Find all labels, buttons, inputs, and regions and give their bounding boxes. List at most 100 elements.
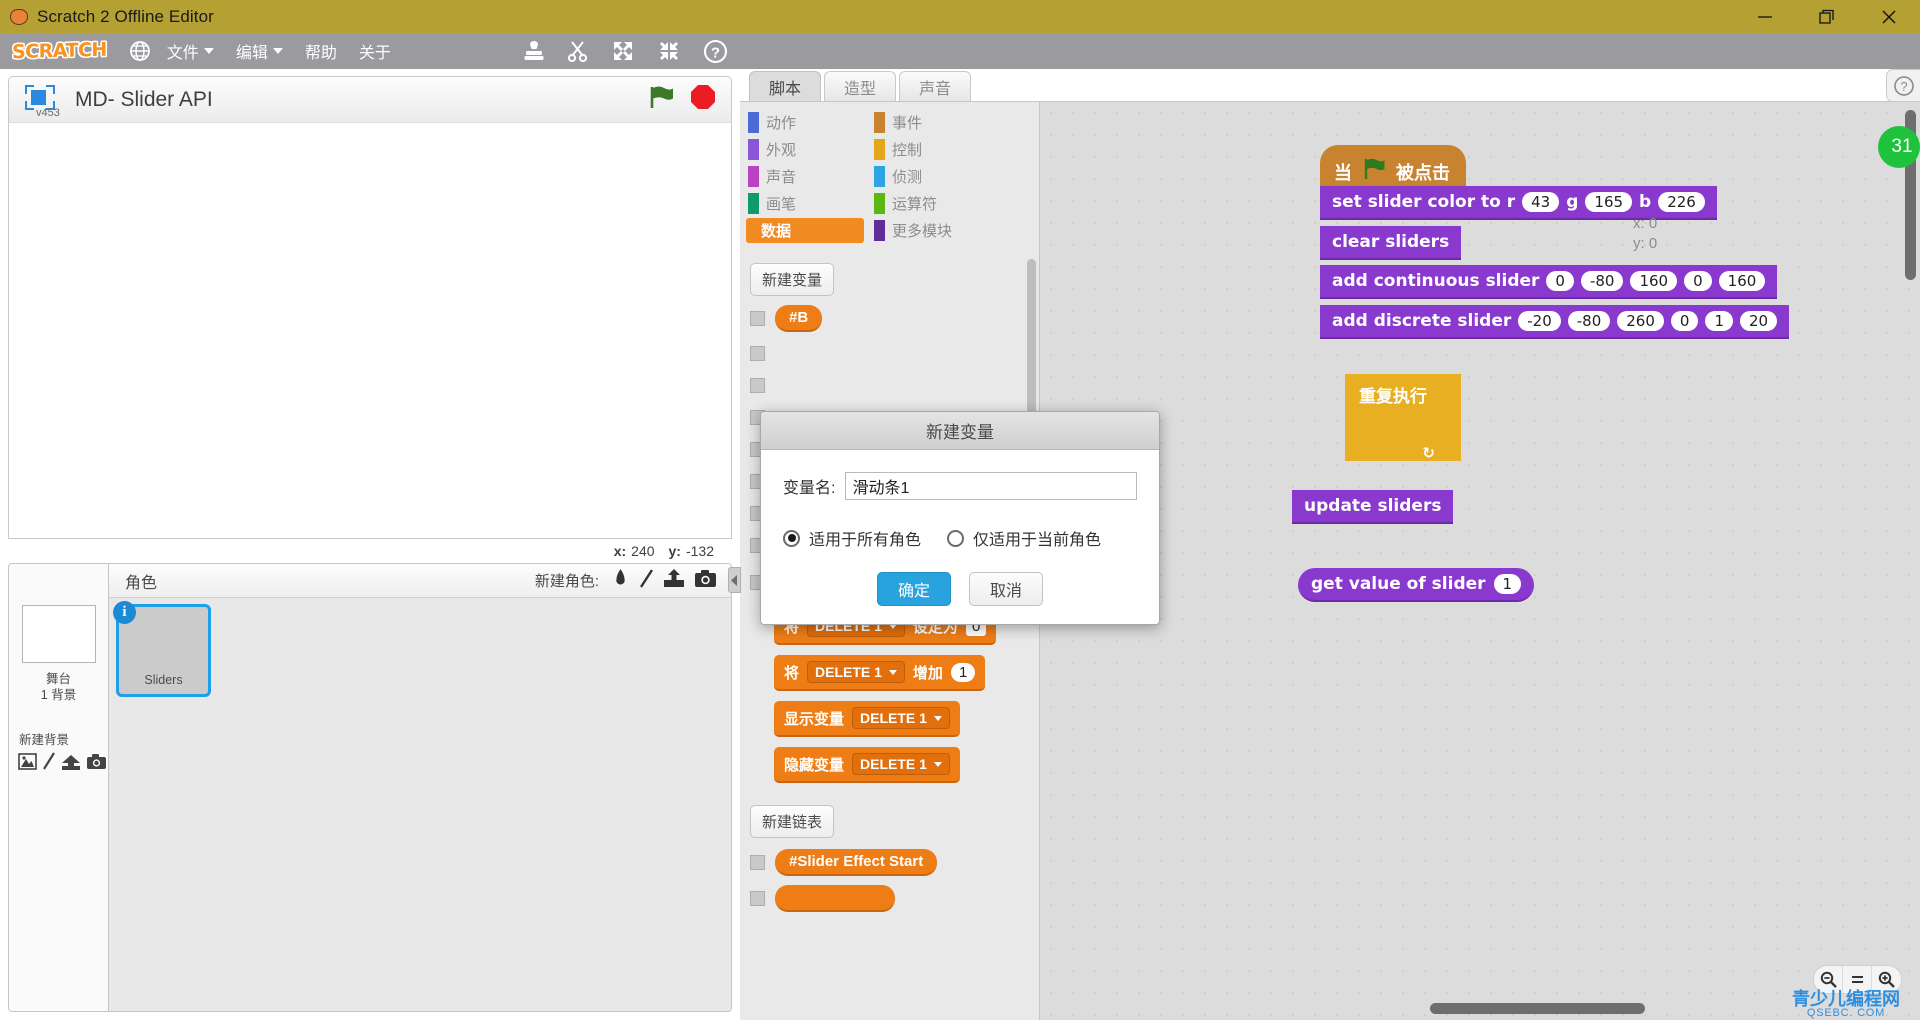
add-continuous-slider-block[interactable]: add continuous slider 0 -80 160 0 160 xyxy=(1320,265,1778,299)
help-panel-button[interactable]: ? xyxy=(1886,69,1920,102)
variable-dropdown[interactable]: DELETE 1 xyxy=(807,661,905,683)
scissors-icon[interactable] xyxy=(567,39,589,63)
variable-checkbox[interactable] xyxy=(750,346,765,361)
paint-icon[interactable] xyxy=(42,752,56,776)
sprite-info-icon[interactable]: i xyxy=(113,601,136,624)
green-flag-icon[interactable] xyxy=(647,84,674,116)
category-pen[interactable]: 画笔 xyxy=(746,191,864,216)
close-icon[interactable] xyxy=(1858,0,1920,33)
paint-icon[interactable] xyxy=(639,568,654,594)
variable-scope-radios: 适用于所有角色 仅适用于当前角色 xyxy=(783,526,1137,550)
globe-icon[interactable] xyxy=(129,40,151,62)
show-variable-block[interactable]: 显示变量 DELETE 1 xyxy=(774,701,960,737)
fullscreen-stage-icon[interactable]: v453 xyxy=(23,83,60,119)
scratch-logo[interactable]: SCRATCH xyxy=(12,39,107,63)
choose-sprite-icon[interactable] xyxy=(611,568,630,594)
get-value-of-slider-block[interactable]: get value of slider 1 xyxy=(1298,568,1535,602)
discrete-input-6[interactable]: 20 xyxy=(1740,311,1778,331)
stamp-icon[interactable] xyxy=(523,39,545,63)
category-data[interactable]: 数据 xyxy=(746,218,864,243)
radio-this-sprite-button[interactable] xyxy=(947,529,965,547)
radio-all-sprites-button[interactable] xyxy=(783,529,800,547)
stop-sign-icon[interactable] xyxy=(689,83,717,116)
palette-block-hide-variable: 隐藏变量 DELETE 1 xyxy=(774,747,1039,783)
set-slider-color-block[interactable]: set slider color to r 43 g 165 b 226 xyxy=(1320,186,1717,220)
category-more-blocks[interactable]: 更多模块 xyxy=(872,218,992,243)
variable-name-input[interactable] xyxy=(845,472,1137,500)
slider-color-b-input[interactable]: 226 xyxy=(1658,192,1705,212)
help-icon[interactable]: ? xyxy=(703,39,728,64)
continuous-input-1[interactable]: 0 xyxy=(1546,271,1574,291)
discrete-input-5[interactable]: 1 xyxy=(1705,311,1733,331)
variable-checkbox[interactable] xyxy=(750,378,765,393)
palette-block-list[interactable]: 新建变量 #B 将 DELETE 1 设定为 0 将 DELETE 1 增加 1… xyxy=(740,249,1039,1020)
sprite-tile-sliders[interactable]: i Sliders xyxy=(113,601,211,697)
shrink-icon[interactable] xyxy=(657,39,681,63)
list-checkbox[interactable] xyxy=(750,891,765,906)
stage-thumbnail[interactable] xyxy=(21,605,96,663)
continuous-input-2[interactable]: -80 xyxy=(1580,271,1624,291)
menu-item-about[interactable]: 关于 xyxy=(359,39,391,63)
add-discrete-slider-block[interactable]: add discrete slider -20 -80 260 0 1 20 xyxy=(1320,305,1790,339)
cancel-button[interactable]: 取消 xyxy=(969,572,1043,606)
radio-all-sprites[interactable]: 适用于所有角色 xyxy=(783,526,921,550)
category-events[interactable]: 事件 xyxy=(872,110,992,135)
category-sound[interactable]: 声音 xyxy=(746,164,864,189)
variable-checkbox[interactable] xyxy=(750,311,765,326)
menu-item-edit[interactable]: 编辑 xyxy=(236,39,283,63)
tab-costumes[interactable]: 造型 xyxy=(824,71,897,101)
update-sliders-block[interactable]: update sliders xyxy=(1292,490,1454,524)
menu-item-help[interactable]: 帮助 xyxy=(305,39,337,63)
menu-item-file[interactable]: 文件 xyxy=(167,39,214,63)
tab-sounds[interactable]: 声音 xyxy=(899,71,972,101)
category-swatch xyxy=(874,139,885,160)
clear-sliders-block[interactable]: clear sliders xyxy=(1320,226,1462,260)
script-canvas[interactable]: 当 被点击 set slider color to r 43 g 165 b 2… xyxy=(1040,102,1920,1020)
slider-color-g-input[interactable]: 165 xyxy=(1585,192,1633,212)
list-block-partial[interactable] xyxy=(775,885,895,912)
restore-icon[interactable] xyxy=(1796,0,1858,33)
collapse-pane-arrow[interactable] xyxy=(728,567,741,593)
category-looks[interactable]: 外观 xyxy=(746,137,864,162)
get-value-input[interactable]: 1 xyxy=(1493,574,1522,594)
radio-this-sprite[interactable]: 仅适用于当前角色 xyxy=(947,526,1101,550)
category-control[interactable]: 控制 xyxy=(872,137,992,162)
new-list-button[interactable]: 新建链表 xyxy=(750,805,835,838)
change-block-value[interactable]: 1 xyxy=(950,662,976,682)
minimize-icon[interactable] xyxy=(1734,0,1796,33)
upload-icon[interactable] xyxy=(61,753,81,776)
continuous-input-3[interactable]: 160 xyxy=(1630,271,1678,291)
scratch-cat-icon xyxy=(9,6,29,27)
discrete-input-3[interactable]: 260 xyxy=(1617,311,1664,331)
stage-selector-column[interactable]: 舞台 1 背景 新建背景 xyxy=(9,564,109,1011)
status-badge[interactable]: 31 xyxy=(1878,126,1920,168)
camera-icon[interactable] xyxy=(694,569,717,593)
slider-color-r-input[interactable]: 43 xyxy=(1522,192,1560,212)
variable-block-b[interactable]: #B xyxy=(775,305,823,332)
upload-icon[interactable] xyxy=(663,568,685,593)
variable-dropdown[interactable]: DELETE 1 xyxy=(852,707,950,729)
category-sensing[interactable]: 侦测 xyxy=(872,164,992,189)
grow-icon[interactable] xyxy=(611,39,635,63)
continuous-input-4[interactable]: 0 xyxy=(1684,271,1712,291)
hide-variable-block[interactable]: 隐藏变量 DELETE 1 xyxy=(774,747,960,783)
list-block-slider-effect-start[interactable]: #Slider Effect Start xyxy=(775,849,938,876)
stage-canvas[interactable] xyxy=(8,122,732,539)
script-horizontal-scrollbar[interactable] xyxy=(1430,1003,1645,1014)
variable-dropdown[interactable]: DELETE 1 xyxy=(852,753,950,775)
discrete-input-2[interactable]: -80 xyxy=(1567,311,1611,331)
new-variable-button[interactable]: 新建变量 xyxy=(750,263,835,296)
change-variable-block[interactable]: 将 DELETE 1 增加 1 xyxy=(774,655,986,691)
category-operators[interactable]: 运算符 xyxy=(872,191,992,216)
continuous-input-5[interactable]: 160 xyxy=(1718,271,1766,291)
tab-scripts[interactable]: 脚本 xyxy=(749,71,822,101)
stage-column: v453 MD- Slider API x: 240 y: -132 舞台 1 … xyxy=(0,69,740,1020)
picture-icon[interactable] xyxy=(18,753,37,775)
category-motion[interactable]: 动作 xyxy=(746,110,864,135)
discrete-input-4[interactable]: 0 xyxy=(1670,311,1699,331)
forever-block[interactable]: 重复执行 ↻ xyxy=(1345,374,1461,462)
list-checkbox[interactable] xyxy=(750,855,765,870)
discrete-input-1[interactable]: -20 xyxy=(1518,311,1561,331)
camera-icon[interactable] xyxy=(86,753,107,775)
ok-button[interactable]: 确定 xyxy=(877,572,951,606)
